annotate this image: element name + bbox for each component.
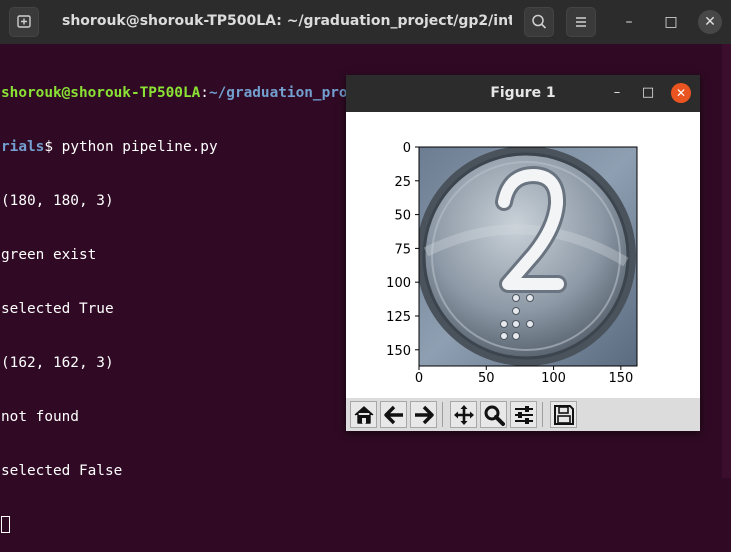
new-tab-button[interactable] xyxy=(9,7,39,37)
back-arrow-icon xyxy=(384,405,403,425)
plot-area[interactable]: 0 50 100 150 0 25 50 75 100 125 150 xyxy=(346,112,700,398)
save-floppy-icon xyxy=(554,405,574,425)
forward-button[interactable] xyxy=(410,401,437,428)
terminal-title: shorouk@shorouk-TP500LA: ~/graduation_pr… xyxy=(62,13,512,29)
prompt-user: shorouk@shorouk-TP500LA xyxy=(1,85,201,101)
desktop-edge xyxy=(722,44,731,478)
prompt-path-continued: rials xyxy=(1,139,45,155)
y-tick-label: 25 xyxy=(394,175,411,190)
x-tick-label: 100 xyxy=(541,371,566,386)
cursor-line xyxy=(1,516,729,534)
x-tick-label: 0 xyxy=(415,371,423,386)
hamburger-menu-icon xyxy=(576,17,586,27)
figure-titlebar[interactable]: Figure 1 – □ ✕ xyxy=(346,75,700,112)
toolbar-separator xyxy=(442,402,443,427)
y-tick-label: 0 xyxy=(403,141,411,156)
maximize-button[interactable]: □ xyxy=(659,10,683,34)
home-button[interactable] xyxy=(350,401,377,428)
menu-button[interactable] xyxy=(566,7,596,37)
y-tick-label: 75 xyxy=(394,242,411,257)
y-tick-label: 125 xyxy=(386,310,411,325)
elevator-button-image xyxy=(419,147,637,366)
forward-arrow-icon xyxy=(415,405,434,425)
search-button[interactable] xyxy=(524,7,554,37)
minimize-button[interactable]: – xyxy=(617,10,641,34)
zoom-magnifier-icon xyxy=(484,405,505,426)
terminal-titlebar: shorouk@shorouk-TP500LA: ~/graduation_pr… xyxy=(0,0,731,44)
figure-close-button[interactable]: ✕ xyxy=(671,83,691,103)
sliders-icon xyxy=(515,406,533,424)
toolbar-separator xyxy=(542,402,543,427)
command-text: python pipeline.py xyxy=(61,139,218,155)
x-tick-label: 50 xyxy=(478,371,495,386)
save-button[interactable] xyxy=(550,401,577,428)
prompt-symbol: $ xyxy=(44,139,62,155)
figure-toolbar xyxy=(346,398,700,431)
prompt-separator: : xyxy=(200,85,209,101)
configure-subplots-button[interactable] xyxy=(510,401,537,428)
search-icon xyxy=(532,14,547,29)
y-tick-label: 50 xyxy=(394,209,411,224)
pan-button[interactable] xyxy=(450,401,477,428)
y-tick-label: 150 xyxy=(386,344,411,359)
figure-maximize-button[interactable]: □ xyxy=(638,83,658,103)
image-plot: 0 50 100 150 0 25 50 75 100 125 150 xyxy=(386,141,638,386)
figure-minimize-button[interactable]: – xyxy=(607,83,627,103)
zoom-button[interactable] xyxy=(480,401,507,428)
x-tick-label: 150 xyxy=(608,371,633,386)
move-pan-icon xyxy=(454,405,474,425)
text-cursor xyxy=(1,516,10,533)
y-tick-label: 100 xyxy=(386,276,411,291)
home-icon xyxy=(354,406,374,424)
back-button[interactable] xyxy=(380,401,407,428)
new-tab-icon xyxy=(17,15,31,28)
output-line: selected False xyxy=(1,463,123,479)
close-button[interactable]: ✕ xyxy=(698,10,722,34)
figure-window[interactable]: Figure 1 – □ ✕ 0 50 100 150 0 25 50 75 1… xyxy=(346,75,700,431)
